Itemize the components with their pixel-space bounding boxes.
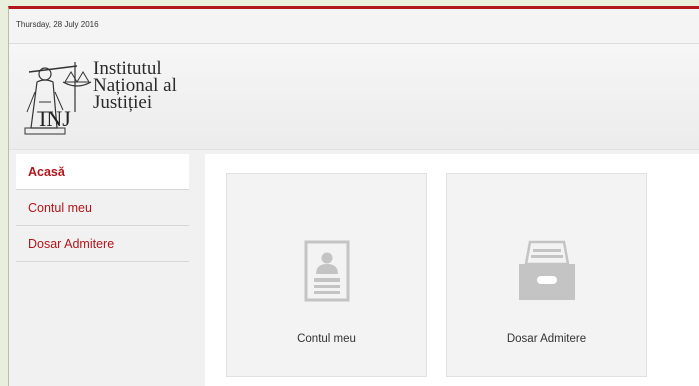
sidebar-item-home[interactable]: Acasă [16, 154, 189, 190]
current-date: Thursday, 28 July 2016 [16, 20, 99, 29]
logo-monogram: INJ [39, 106, 71, 131]
page-frame: Thursday, 28 July 2016 INJ Institutul Na… [8, 6, 699, 386]
card-label: Contul meu [297, 333, 356, 345]
archive-box-icon [518, 240, 575, 300]
justice-logo-icon[interactable]: INJ [19, 52, 99, 144]
sidebar-item-my-account[interactable]: Contul meu [16, 190, 189, 226]
institution-name[interactable]: Institutul Național al Justiției [93, 59, 177, 113]
site-header: INJ Institutul Național al Justiției [9, 44, 699, 150]
main-content: Contul meu Dosar Admitere [205, 154, 699, 386]
card-admission-file[interactable]: Dosar Admitere [446, 173, 647, 377]
card-my-account[interactable]: Contul meu [226, 173, 427, 377]
sidebar-item-admission-file[interactable]: Dosar Admitere [16, 226, 189, 262]
sidebar-nav: Acasă Contul meu Dosar Admitere [16, 154, 189, 386]
card-label: Dosar Admitere [506, 333, 587, 345]
profile-document-icon [304, 240, 349, 302]
top-bar: Thursday, 28 July 2016 [9, 9, 699, 44]
logo-line-3: Justiției [93, 92, 153, 113]
